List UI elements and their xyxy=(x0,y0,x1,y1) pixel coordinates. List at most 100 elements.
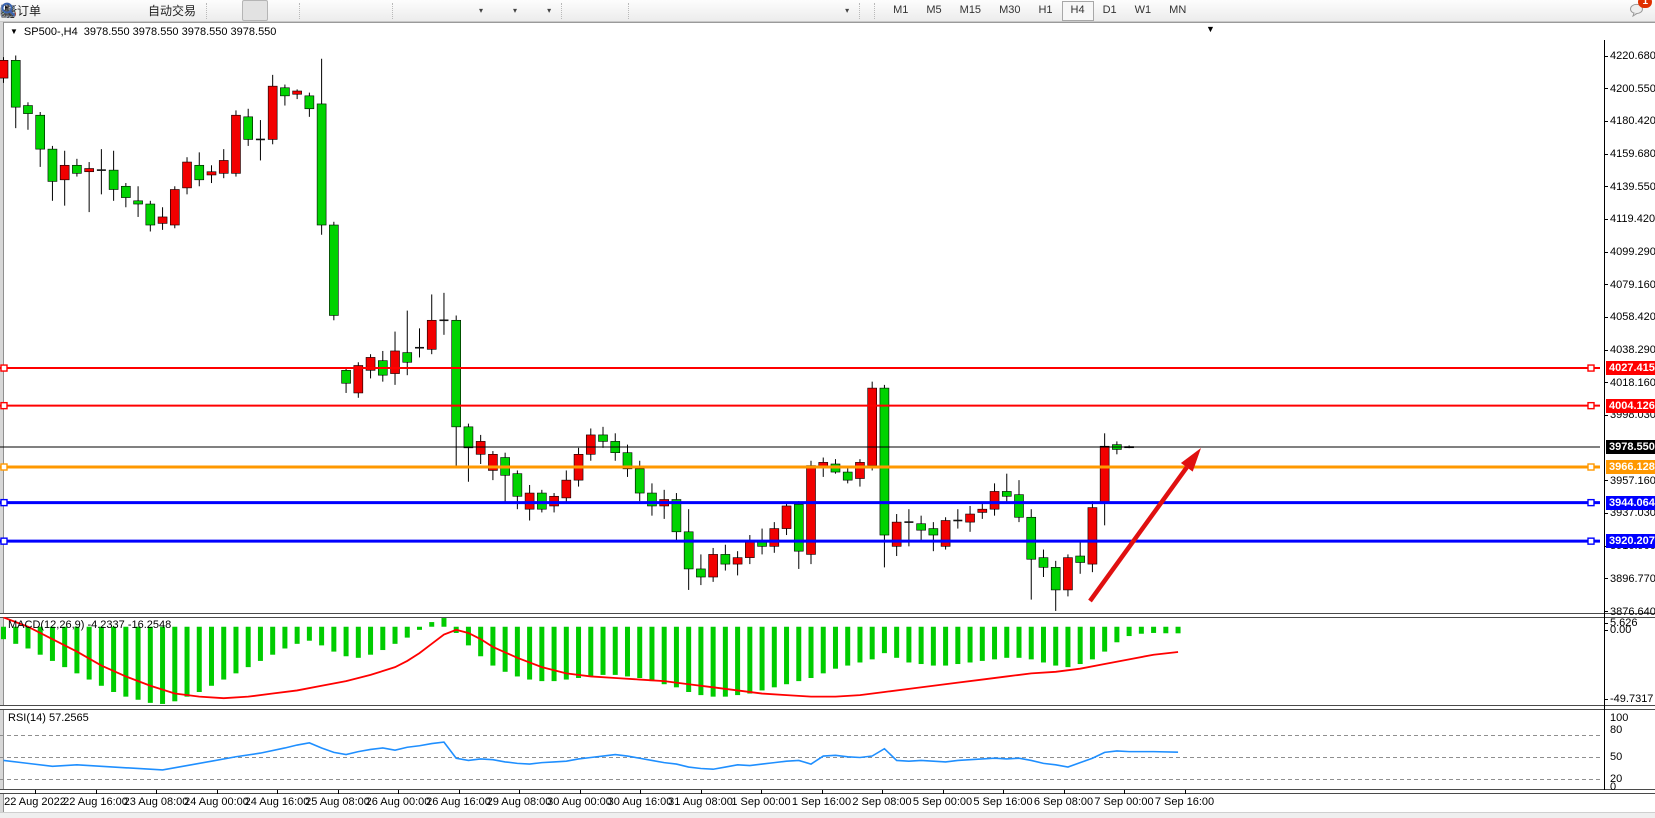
time-axis-label: 1 Sep 00:00 xyxy=(731,796,790,808)
horizontal-level-line[interactable] xyxy=(0,365,1600,371)
price-axis-label: 4139.550 xyxy=(1610,181,1655,193)
chart-shift-marker-icon[interactable]: ▼ xyxy=(1206,24,1215,34)
zoom-out-button[interactable] xyxy=(335,0,361,21)
price-pane[interactable] xyxy=(0,40,1604,613)
chevron-down-icon[interactable]: ▾ xyxy=(479,6,483,15)
timeframe-w1-button[interactable]: W1 xyxy=(1126,1,1161,21)
time-axis-tick xyxy=(156,790,157,794)
signals-button[interactable] xyxy=(98,0,124,21)
axis-tick xyxy=(1604,578,1608,579)
channel-button[interactable]: E xyxy=(716,0,742,21)
time-axis-tick xyxy=(519,790,520,794)
trendline-button[interactable] xyxy=(690,0,716,21)
time-axis-label: 5 Sep 00:00 xyxy=(913,796,972,808)
auto-scroll-button[interactable] xyxy=(402,0,428,21)
autotrade-button[interactable]: 自动交易 xyxy=(124,0,201,21)
vline-button[interactable] xyxy=(638,0,664,21)
hline-button[interactable] xyxy=(664,0,690,21)
time-axis-label: 25 Aug 08:00 xyxy=(305,796,370,808)
time-axis-tick xyxy=(1124,790,1125,794)
axis-tick xyxy=(1604,630,1608,631)
text-button[interactable]: A xyxy=(768,0,794,21)
crosshair-icon xyxy=(602,3,618,19)
time-axis-label: 31 Aug 08:00 xyxy=(668,796,733,808)
axis-tick xyxy=(1604,513,1608,514)
time-axis-label: 24 Aug 16:00 xyxy=(245,796,310,808)
rsi-scale-label: 0 xyxy=(1610,781,1616,793)
templates-button[interactable]: ▾ xyxy=(522,0,556,21)
price-axis-label: 4079.160 xyxy=(1610,279,1655,291)
price-level-badge: 3944.064 xyxy=(1606,496,1655,510)
macd-histogram xyxy=(1,618,1181,704)
chevron-down-icon[interactable]: ▼ xyxy=(10,27,18,36)
timeframe-m30-button[interactable]: M30 xyxy=(990,1,1029,21)
time-axis-tick xyxy=(96,790,97,794)
chevron-down-icon[interactable]: ▾ xyxy=(547,6,551,15)
candle-chart-button[interactable] xyxy=(242,0,268,21)
chevron-down-icon[interactable]: ▾ xyxy=(513,6,517,15)
axis-tick xyxy=(1604,480,1608,481)
label-button[interactable]: T xyxy=(794,0,820,21)
price-level-badge: 3966.128 xyxy=(1606,460,1655,474)
notifications-button[interactable]: 1 xyxy=(1629,1,1645,20)
toolbar-separator xyxy=(392,3,400,19)
zoomin-icon xyxy=(314,3,330,19)
timeframe-mn-button[interactable]: MN xyxy=(1160,1,1195,21)
price-axis-label: 4038.290 xyxy=(1610,344,1655,356)
axis-tick xyxy=(1604,415,1608,416)
fibonacci-button[interactable]: F xyxy=(742,0,768,21)
time-axis-tick xyxy=(338,790,339,794)
price-axis-label: 4159.680 xyxy=(1610,148,1655,160)
tile-windows-button[interactable] xyxy=(361,0,387,21)
rsi-time-separator[interactable] xyxy=(0,789,1655,794)
time-axis-tick xyxy=(35,790,36,794)
rsi-pane[interactable] xyxy=(0,709,1604,789)
macd-scale-label: -49.7317 xyxy=(1610,693,1653,705)
timeframe-m5-button[interactable]: M5 xyxy=(917,1,950,21)
chart-shift-button[interactable] xyxy=(428,0,454,21)
time-axis-tick xyxy=(761,790,762,794)
time-axis-tick xyxy=(822,790,823,794)
search-button[interactable] xyxy=(1603,1,1619,20)
time-axis-tick xyxy=(640,790,641,794)
periods-button[interactable]: ▾ xyxy=(488,0,522,21)
axis-tick xyxy=(1604,382,1608,383)
time-axis-label: 26 Aug 00:00 xyxy=(366,796,431,808)
chevron-down-icon[interactable]: ▾ xyxy=(845,6,849,15)
toolbar-separator xyxy=(874,3,882,19)
timeframe-h1-button[interactable]: H1 xyxy=(1029,1,1061,21)
timeframe-m1-button[interactable]: M1 xyxy=(884,1,917,21)
macd-indicator-label: MACD(12,26,9) -4.2337 -16.2548 xyxy=(8,619,171,631)
axis-tick xyxy=(1604,88,1608,89)
crosshair-button[interactable] xyxy=(597,0,623,21)
indicators-button[interactable]: ▾ xyxy=(454,0,488,21)
time-axis-tick xyxy=(398,790,399,794)
zoomout-icon xyxy=(340,3,356,19)
cursor-button[interactable] xyxy=(571,0,597,21)
timeframe-d1-button[interactable]: D1 xyxy=(1094,1,1126,21)
time-axis-label: 2 Sep 08:00 xyxy=(852,796,911,808)
chart-ohlc-values: 3978.550 3978.550 3978.550 3978.550 xyxy=(84,26,277,38)
window-bottom-strip xyxy=(0,812,1655,818)
axis-tick xyxy=(1604,219,1608,220)
time-axis-tick xyxy=(580,790,581,794)
market-icon xyxy=(51,3,67,19)
macd-pane[interactable] xyxy=(0,617,1604,705)
rsi-scale-label: 50 xyxy=(1610,751,1622,763)
price-axis-label: 4220.680 xyxy=(1610,50,1655,62)
time-axis-label: 7 Sep 00:00 xyxy=(1094,796,1153,808)
bar-chart-button[interactable] xyxy=(216,0,242,21)
time-axis-label: 24 Aug 00:00 xyxy=(184,796,249,808)
data-window-button[interactable] xyxy=(72,0,98,21)
axis-tick xyxy=(1604,252,1608,253)
market-watch-button[interactable] xyxy=(46,0,72,21)
line-chart-button[interactable] xyxy=(268,0,294,21)
timeframe-m15-button[interactable]: M15 xyxy=(951,1,990,21)
toolbar-separator xyxy=(299,3,307,19)
horizontal-level-line[interactable] xyxy=(0,403,1600,409)
horizontal-level-line[interactable] xyxy=(0,464,1600,470)
shapes-button[interactable]: ▾ xyxy=(820,0,854,21)
price-axis-label: 3957.160 xyxy=(1610,475,1655,487)
timeframe-h4-button[interactable]: H4 xyxy=(1062,1,1094,21)
zoom-in-button[interactable] xyxy=(309,0,335,21)
